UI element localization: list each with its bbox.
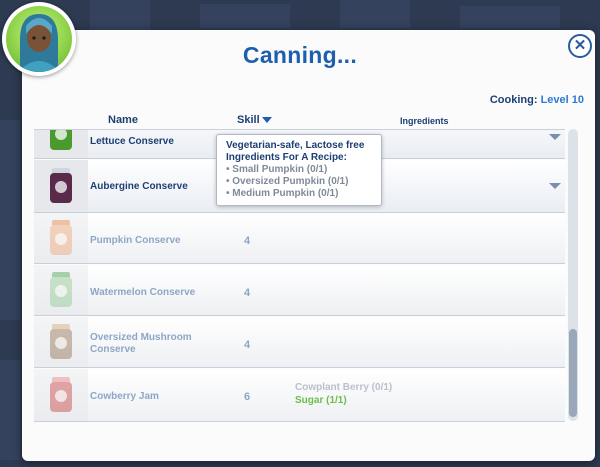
recipe-ingredients: Cowplant Berry (0/1) Sugar (1/1): [295, 381, 392, 407]
jar-icon: [50, 130, 72, 151]
close-icon: ✕: [573, 37, 587, 54]
recipe-row[interactable]: Cowberry Jam 6 Cowplant Berry (0/1) Suga…: [34, 369, 565, 422]
recipe-row[interactable]: Pumpkin Conserve 4: [34, 213, 565, 264]
recipe-list-scrollbar[interactable]: [568, 129, 578, 421]
jar-icon: [50, 377, 72, 413]
recipe-name: Pumpkin Conserve: [90, 235, 181, 246]
scrollbar-thumb[interactable]: [569, 329, 577, 417]
jar-icon: [50, 324, 72, 360]
sim-avatar[interactable]: [2, 2, 76, 76]
expand-chevron-icon[interactable]: [549, 134, 561, 140]
recipe-thumbnail: [34, 317, 88, 367]
recipe-skill: 4: [244, 235, 251, 247]
cooking-label: Cooking:: [489, 94, 538, 106]
recipe-name: Oversized Mushroom Conserve: [90, 332, 192, 355]
recipe-name: Lettuce Conserve: [90, 136, 174, 147]
recipe-skill: 4: [244, 287, 251, 299]
expand-chevron-icon[interactable]: [549, 183, 561, 189]
ingredient-available: Sugar (1/1): [295, 395, 347, 406]
cooking-skill-level: Cooking: Level 10: [490, 94, 584, 106]
recipe-name: Cowberry Jam: [90, 391, 159, 402]
jar-icon: [50, 272, 72, 308]
recipe-row[interactable]: Watermelon Conserve 4: [34, 265, 565, 316]
tooltip-ingredient: • Oversized Pumpkin (0/1): [226, 176, 349, 187]
recipe-thumbnail: [34, 265, 88, 315]
tooltip-ingredient: • Small Pumpkin (0/1): [226, 164, 328, 175]
recipe-name: Watermelon Conserve: [90, 287, 196, 298]
jar-icon: [50, 220, 72, 256]
recipe-row[interactable]: Oversized Mushroom Conserve 4: [34, 317, 565, 368]
sort-descending-icon: [261, 117, 272, 123]
dialog-title: Canning...: [242, 42, 358, 68]
close-button[interactable]: ✕: [568, 34, 592, 58]
tooltip-title-line1: Vegetarian-safe, Lactose free: [226, 140, 365, 151]
column-header-ingredients: Ingredients: [400, 116, 449, 126]
sim-portrait-icon: [18, 14, 60, 72]
recipe-thumbnail: [34, 160, 88, 212]
recipe-thumbnail: [34, 213, 88, 263]
recipe-tooltip: Vegetarian-safe, Lactose free Ingredient…: [216, 134, 382, 206]
cooking-level-value: Level 10: [540, 94, 584, 106]
column-header-skill-label: Skill: [237, 114, 260, 126]
recipe-skill: 4: [244, 339, 251, 351]
recipe-thumbnail: [34, 130, 88, 158]
recipe-thumbnail: [34, 369, 88, 421]
tooltip-ingredient: • Medium Pumpkin (0/1): [226, 188, 339, 199]
recipe-name: Aubergine Conserve: [90, 181, 188, 192]
column-header-skill[interactable]: Skill: [237, 114, 272, 126]
jar-icon: [50, 168, 72, 204]
tooltip-title-line2: Ingredients For A Recipe:: [226, 152, 347, 163]
column-header-name[interactable]: Name: [108, 114, 138, 126]
ingredient-missing: Cowplant Berry (0/1): [295, 382, 393, 393]
recipe-skill: 6: [244, 391, 251, 403]
